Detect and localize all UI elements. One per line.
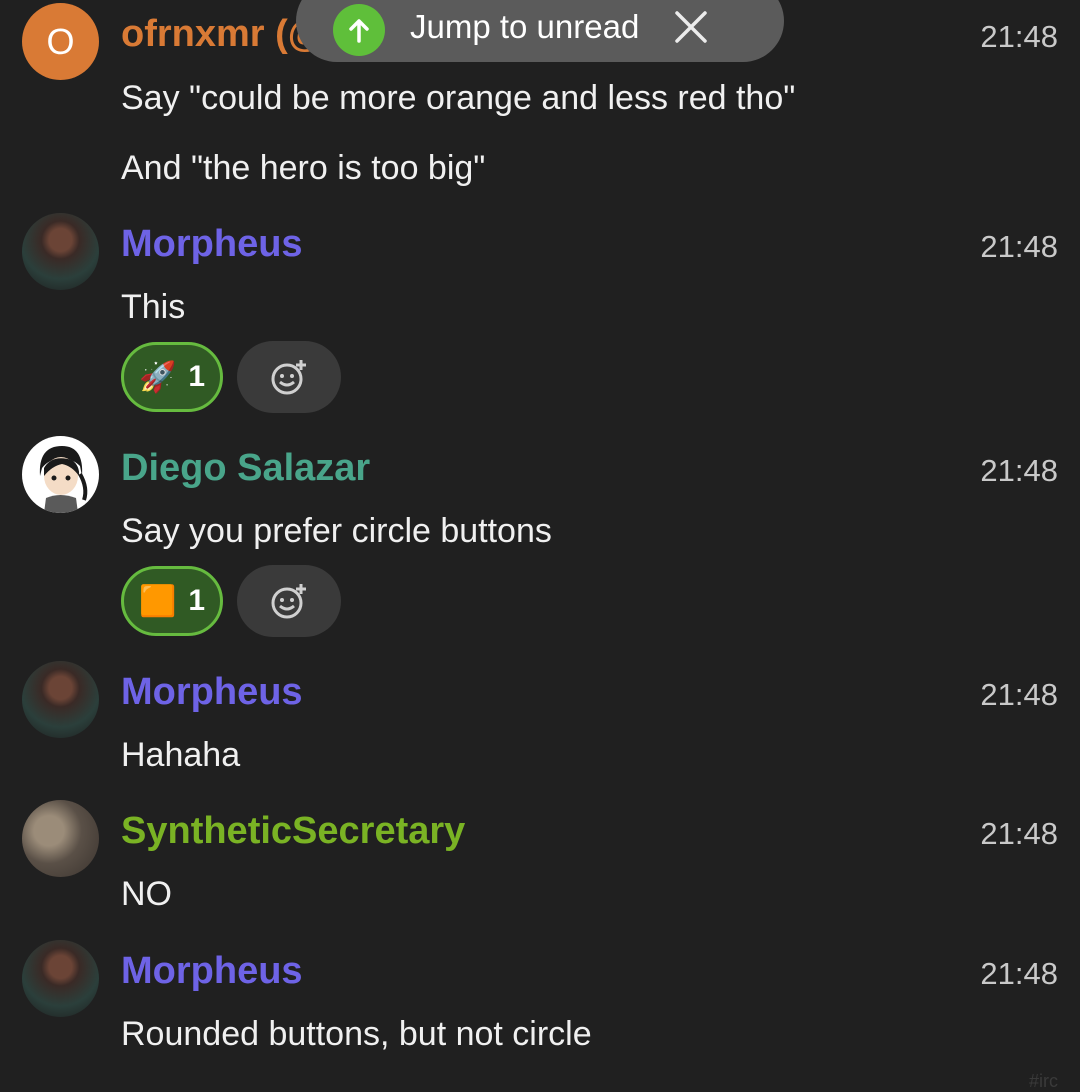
sender-name[interactable]: Morpheus <box>121 223 303 266</box>
arrow-up-icon <box>333 4 385 56</box>
message-timestamp: 21:48 <box>980 677 1058 712</box>
sender-name[interactable]: Morpheus <box>121 950 303 993</box>
add-reaction-button[interactable] <box>237 565 341 637</box>
channel-tag: #irc <box>1028 1071 1058 1091</box>
reaction-chip[interactable]: 🟧 1 <box>121 566 223 636</box>
message-text: Say "could be more orange and less red t… <box>121 79 796 117</box>
rocket-emoji: 🚀 <box>138 360 177 394</box>
jump-to-unread-pill[interactable]: Jump to unread <box>296 0 784 62</box>
avatar-initial: O <box>46 20 75 62</box>
message-text: And "the hero is too big" <box>121 149 486 187</box>
jump-to-unread-label: Jump to unread <box>410 8 640 45</box>
sender-name[interactable]: SyntheticSecretary <box>121 810 465 853</box>
message-timestamp: 21:48 <box>980 229 1058 264</box>
orange-square-emoji: 🟧 <box>138 584 177 618</box>
reaction-count: 1 <box>188 584 206 617</box>
avatar[interactable]: O <box>22 3 99 80</box>
sender-name[interactable]: ofrnxmr (@ <box>121 13 325 56</box>
reaction-chip[interactable]: 🚀 1 <box>121 342 223 412</box>
message-text: This <box>121 288 186 326</box>
cartoon-avatar-icon <box>39 446 88 513</box>
message-text: Rounded buttons, but not circle <box>121 1015 592 1053</box>
avatar[interactable] <box>22 213 99 290</box>
message-timestamp: 21:48 <box>980 453 1058 488</box>
avatar[interactable] <box>22 436 99 513</box>
close-icon[interactable] <box>673 9 709 50</box>
message-text: NO <box>121 875 172 913</box>
sender-name[interactable]: Diego Salazar <box>121 447 370 490</box>
add-emoji-icon <box>271 360 306 395</box>
message-text: Hahaha <box>121 736 241 774</box>
message-timestamp: 21:48 <box>980 816 1058 851</box>
message-timestamp: 21:48 <box>980 19 1058 54</box>
sender-name[interactable]: Morpheus <box>121 671 303 714</box>
message-text: Say you prefer circle buttons <box>121 512 552 550</box>
avatar[interactable] <box>22 800 99 877</box>
add-emoji-icon <box>271 584 306 619</box>
avatar[interactable] <box>22 940 99 1017</box>
reaction-count: 1 <box>188 360 206 393</box>
avatar[interactable] <box>22 661 99 738</box>
add-reaction-button[interactable] <box>237 341 341 413</box>
message-timestamp: 21:48 <box>980 956 1058 991</box>
